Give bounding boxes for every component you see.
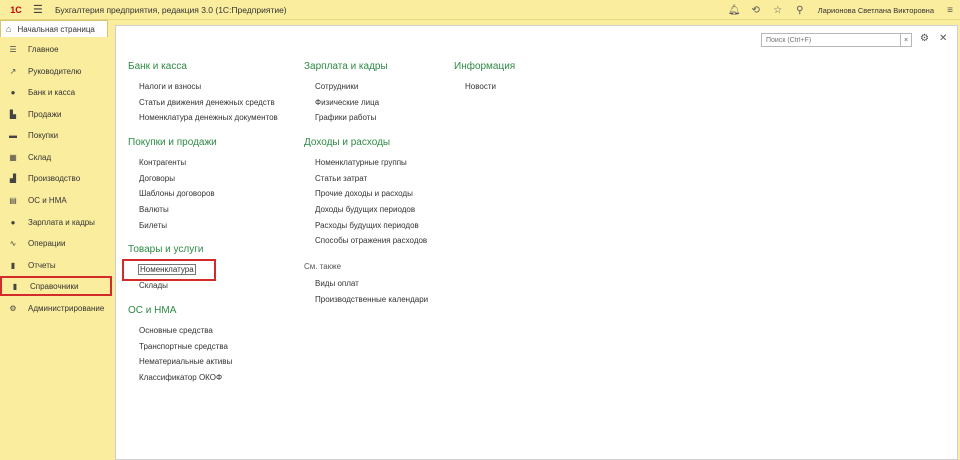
sidebar-item-production[interactable]: ▟ Производство <box>0 168 112 188</box>
link-production-calendars[interactable]: Производственные календари <box>315 295 428 304</box>
link-nomenclature-groups[interactable]: Номенклатурные группы <box>315 158 407 167</box>
star-icon[interactable]: ☆ <box>772 5 784 16</box>
link-news[interactable]: Новости <box>465 82 496 91</box>
title-bar: 1C ☰ Бухгалтерия предприятия, редакция 3… <box>0 0 960 20</box>
warehouse-icon: ▦ <box>9 152 17 162</box>
more-icon[interactable]: ≡ <box>944 5 956 16</box>
sidebar-item-purchases[interactable]: ▬ Покупки <box>0 125 112 145</box>
person-icon: ● <box>10 217 16 227</box>
bell-icon[interactable]: 🔔︎ <box>728 5 741 16</box>
sidebar-item-label: Руководителю <box>28 66 82 76</box>
link-cashflow-items[interactable]: Статьи движения денежных средств <box>139 98 275 107</box>
main-menu-icon[interactable]: ☰ <box>33 3 47 16</box>
bank-icon: ● <box>10 87 16 97</box>
section-see-also: См. также <box>304 262 342 271</box>
app-logo: 1C <box>10 4 22 15</box>
link-okof[interactable]: Классификатор ОКОФ <box>139 373 222 382</box>
link-currencies[interactable]: Валюты <box>139 205 169 214</box>
sidebar-item-label: Операции <box>28 238 66 248</box>
link-nomenclature[interactable]: Номенклатура <box>138 264 196 275</box>
link-expense-methods[interactable]: Способы отражения расходов <box>315 236 427 245</box>
link-counterparties[interactable]: Контрагенты <box>139 158 186 167</box>
tab-home-label: Начальная страница <box>17 24 95 34</box>
search-input[interactable] <box>761 33 901 47</box>
operations-icon: ∿ <box>9 238 17 248</box>
section-bank: Банк и касса <box>128 61 187 72</box>
book-icon: ▮ <box>12 281 18 291</box>
search-icon[interactable]: ⚲ <box>794 5 806 16</box>
sidebar-item-label: Справочники <box>30 281 79 291</box>
sidebar-item-references[interactable]: ▮ Справочники <box>0 276 112 296</box>
clear-search-button[interactable]: × <box>900 33 912 47</box>
link-taxes[interactable]: Налоги и взносы <box>139 82 201 91</box>
sidebar-item-label: Банк и касса <box>28 87 76 97</box>
section-income: Доходы и расходы <box>304 137 391 148</box>
sidebar-item-label: Продажи <box>28 109 62 119</box>
section-info: Информация <box>454 61 516 72</box>
section-purchases: Покупки и продажи <box>128 137 217 148</box>
link-other-income[interactable]: Прочие доходы и расходы <box>315 189 413 198</box>
link-money-docs[interactable]: Номенклатура денежных документов <box>139 113 278 122</box>
sidebar-item-salary[interactable]: ● Зарплата и кадры <box>0 212 112 232</box>
sidebar-item-reports[interactable]: ▮ Отчеты <box>0 255 112 275</box>
link-tickets[interactable]: Билеты <box>139 221 167 230</box>
sidebar-item-assets[interactable]: ▤ ОС и НМА <box>0 190 112 210</box>
sidebar-item-label: Склад <box>28 152 52 162</box>
tab-home[interactable]: ⌂ Начальная страница <box>0 20 108 37</box>
menu-icon: ☰ <box>9 44 17 54</box>
content-panel: × ⚙ ✕ Банк и касса Налоги и взносы Стать… <box>115 25 958 460</box>
user-name[interactable]: Ларионова Светлана Викторовна <box>818 6 934 15</box>
link-work-schedules[interactable]: Графики работы <box>315 113 376 122</box>
chart-icon: ▮ <box>10 260 16 270</box>
sidebar-item-label: Покупки <box>28 130 59 140</box>
sidebar: ☰ Главное ↗ Руководителю ● Банк и касса … <box>0 37 115 460</box>
link-individuals[interactable]: Физические лица <box>315 98 379 107</box>
link-deferred-expenses[interactable]: Расходы будущих периодов <box>315 221 419 230</box>
sidebar-item-label: Производство <box>28 173 81 183</box>
sidebar-item-label: ОС и НМА <box>28 195 67 205</box>
link-intangibles[interactable]: Нематериальные активы <box>139 357 232 366</box>
link-contract-templates[interactable]: Шаблоны договоров <box>139 189 215 198</box>
basket-icon: ▬ <box>9 130 17 140</box>
link-payment-types[interactable]: Виды оплат <box>315 279 359 288</box>
link-employees[interactable]: Сотрудники <box>315 82 358 91</box>
link-contracts[interactable]: Договоры <box>139 174 175 183</box>
window-title: Бухгалтерия предприятия, редакция 3.0 (1… <box>55 4 287 15</box>
sidebar-item-label: Главное <box>28 44 59 54</box>
link-warehouses[interactable]: Склады <box>139 281 168 290</box>
assets-icon: ▤ <box>9 195 17 205</box>
link-deferred-income[interactable]: Доходы будущих периодов <box>315 205 415 214</box>
home-icon: ⌂ <box>6 24 12 34</box>
link-vehicles[interactable]: Транспортные средства <box>139 342 228 351</box>
sidebar-item-label: Администрирование <box>28 303 105 313</box>
cart-icon: ▙ <box>9 109 17 119</box>
link-fixed-assets[interactable]: Основные средства <box>139 326 213 335</box>
sidebar-item-manager[interactable]: ↗ Руководителю <box>0 61 112 81</box>
sidebar-item-admin[interactable]: ⚙ Администрирование <box>0 298 112 318</box>
section-salary: Зарплата и кадры <box>304 61 388 72</box>
sidebar-item-label: Зарплата и кадры <box>28 217 95 227</box>
gear-icon: ⚙ <box>9 303 17 313</box>
close-icon[interactable]: ✕ <box>939 33 947 44</box>
link-cost-items[interactable]: Статьи затрат <box>315 174 367 183</box>
sidebar-item-sales[interactable]: ▙ Продажи <box>0 104 112 124</box>
sidebar-item-bank[interactable]: ● Банк и касса <box>0 82 112 102</box>
settings-icon[interactable]: ⚙ <box>920 33 929 44</box>
section-assets: ОС и НМА <box>128 305 177 316</box>
factory-icon: ▟ <box>9 173 17 183</box>
history-icon[interactable]: ⟲ <box>750 5 762 16</box>
trend-icon: ↗ <box>9 66 17 76</box>
sidebar-item-operations[interactable]: ∿ Операции <box>0 233 112 253</box>
sidebar-item-main[interactable]: ☰ Главное <box>0 39 112 59</box>
sidebar-item-warehouse[interactable]: ▦ Склад <box>0 147 112 167</box>
section-goods: Товары и услуги <box>128 244 204 255</box>
sidebar-item-label: Отчеты <box>28 260 56 270</box>
